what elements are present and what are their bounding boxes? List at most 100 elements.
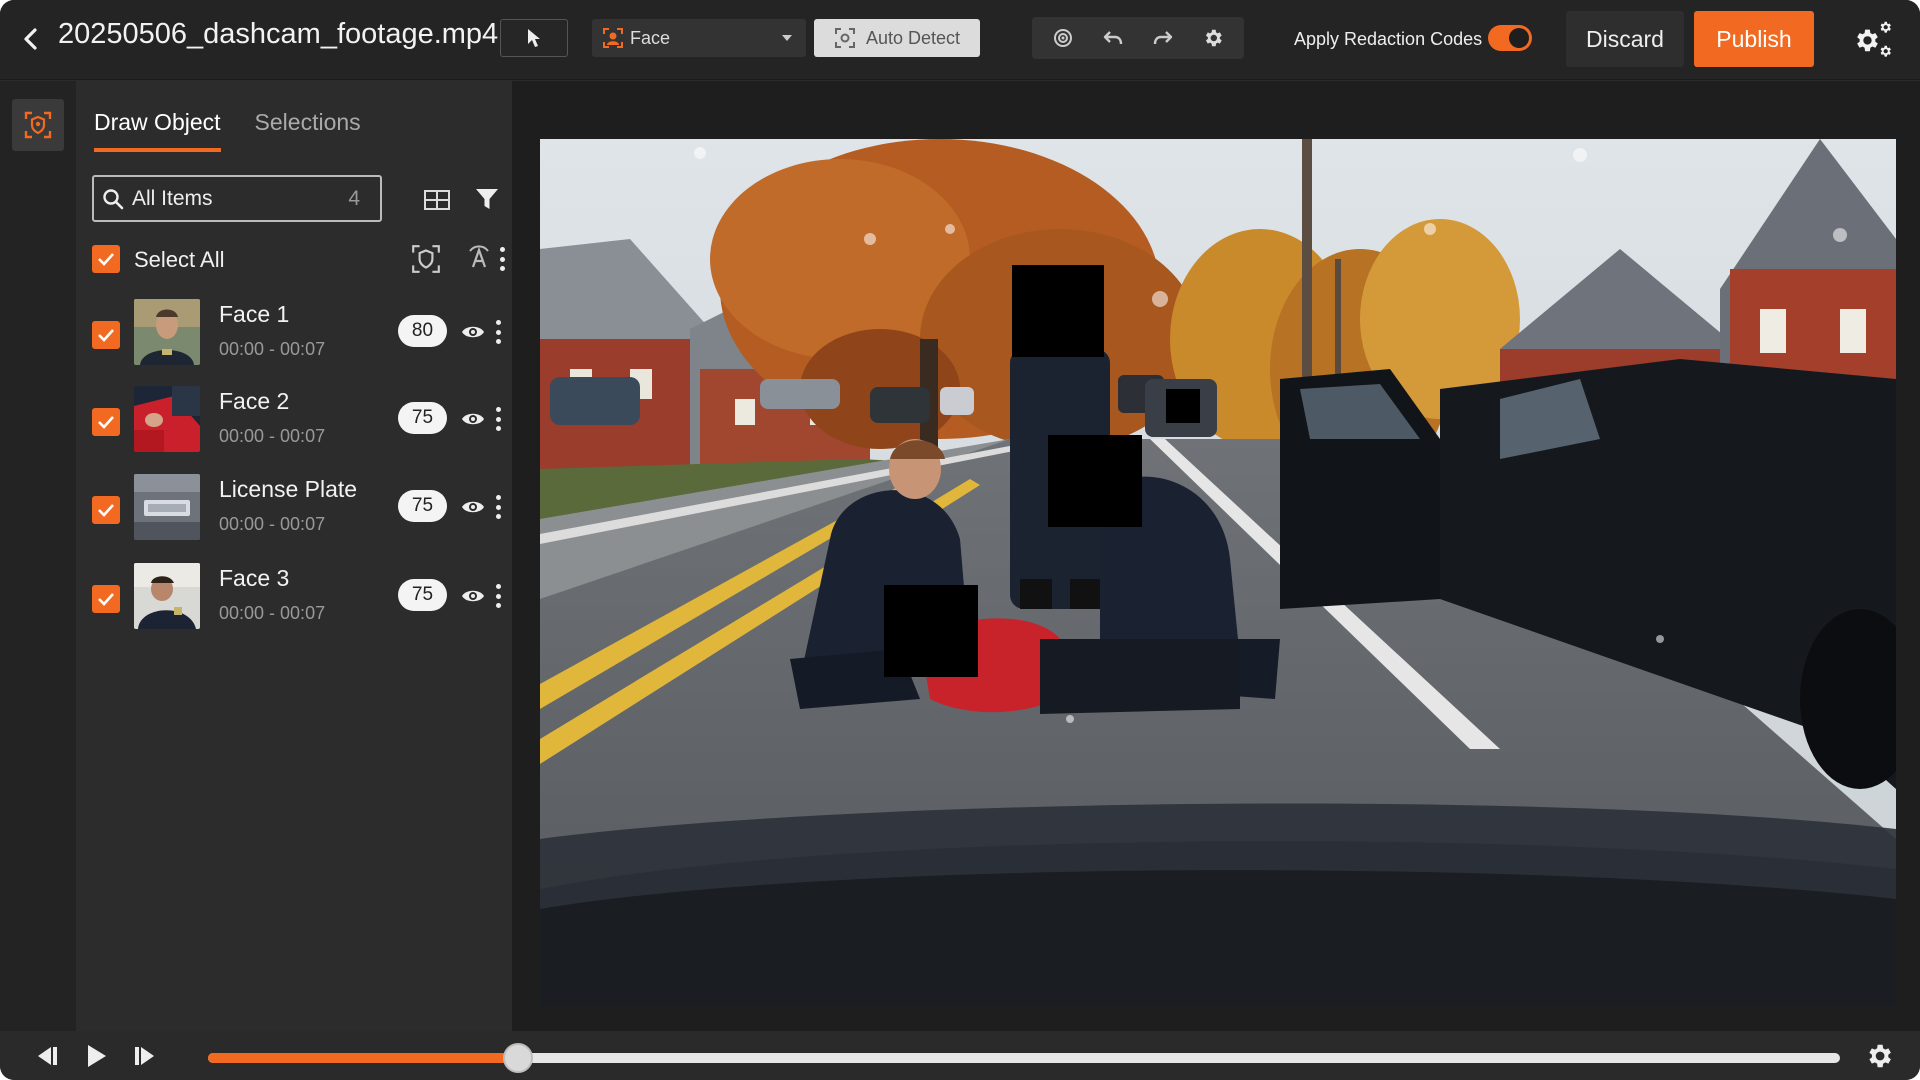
grid-view-button[interactable] (422, 185, 452, 215)
video-viewer (512, 81, 1920, 1031)
timeline-progress (208, 1053, 519, 1063)
list-item[interactable]: Face 2 00:00 - 00:07 75 (92, 386, 502, 458)
global-settings-button[interactable] (1850, 18, 1894, 62)
visibility-toggle[interactable] (460, 406, 486, 432)
item-count: 4 (348, 187, 360, 210)
video-frame[interactable] (540, 139, 1896, 1005)
bulk-redact-button[interactable] (410, 243, 442, 275)
timeline-scrubber[interactable] (208, 1043, 1840, 1073)
step-forward-icon (135, 1047, 154, 1065)
shield-scan-icon (24, 111, 52, 139)
back-button[interactable] (14, 22, 48, 56)
item-time: 00:00 - 00:07 (219, 339, 326, 359)
visibility-toggle[interactable] (460, 494, 486, 520)
item-checkbox[interactable] (92, 496, 120, 524)
redaction-app: 20250506_dashcam_footage.mp4 Face Auto D… (0, 0, 1920, 1080)
search-box: 4 (92, 175, 382, 222)
select-all-menu-button[interactable] (498, 247, 506, 271)
redaction-box-license-plate[interactable] (1166, 389, 1200, 423)
objects-panel: Draw Object Selections 4 Select All (76, 81, 512, 1031)
target-icon (1054, 29, 1072, 47)
gears-icon (1857, 21, 1891, 57)
select-all-row: Select All (92, 237, 505, 281)
tab-selections[interactable]: Selections (255, 109, 361, 152)
list-item[interactable]: Face 1 00:00 - 00:07 80 (92, 299, 502, 371)
playback-bar (0, 1031, 1920, 1080)
item-name: License Plate (219, 476, 358, 502)
object-type-select[interactable]: Face (592, 19, 806, 57)
filter-button[interactable] (474, 185, 502, 215)
auto-tag-button[interactable] (464, 243, 494, 273)
list-item[interactable]: License Plate 00:00 - 00:07 75 (92, 474, 502, 546)
auto-detect-button[interactable]: Auto Detect (814, 19, 980, 57)
dashcam-frame-image (540, 139, 1896, 1005)
grid-icon (424, 190, 450, 210)
item-checkbox[interactable] (92, 408, 120, 436)
cursor-icon (528, 29, 540, 47)
undo-icon (1103, 31, 1123, 45)
redaction-box-face-3[interactable] (1048, 435, 1142, 527)
edit-tools-group (1032, 17, 1244, 59)
item-name: Face 3 (219, 565, 290, 591)
item-menu-button[interactable] (494, 407, 502, 431)
play-button[interactable] (80, 1041, 112, 1071)
list-item[interactable]: Face 3 00:00 - 00:07 75 (92, 563, 502, 635)
search-icon (103, 188, 124, 209)
tool-settings-button[interactable] (1198, 23, 1228, 53)
item-thumbnail (134, 474, 200, 540)
redo-button[interactable] (1148, 23, 1178, 53)
item-menu-button[interactable] (494, 495, 502, 519)
auto-tag-icon (469, 245, 489, 268)
redaction-box-face-1[interactable] (1012, 265, 1104, 357)
select-all-label: Select All (134, 247, 225, 272)
confidence-badge: 75 (398, 490, 447, 522)
panel-tabs: Draw Object Selections (94, 109, 361, 152)
eye-icon (462, 413, 484, 425)
step-forward-button[interactable] (130, 1041, 162, 1071)
discard-button[interactable]: Discard (1566, 11, 1684, 67)
item-checkbox[interactable] (92, 585, 120, 613)
check-icon (98, 593, 114, 606)
item-name: Face 1 (219, 301, 290, 327)
face-detect-icon (603, 28, 623, 48)
target-button[interactable] (1048, 23, 1078, 53)
playback-settings-button[interactable] (1864, 1041, 1896, 1073)
tab-draw-object[interactable]: Draw Object (94, 109, 221, 152)
undo-button[interactable] (1098, 23, 1128, 53)
apply-redaction-label: Apply Redaction Codes (1294, 29, 1483, 49)
redaction-box-face-2[interactable] (884, 585, 978, 677)
scan-icon (834, 28, 855, 48)
apply-redaction-toggle[interactable] (1488, 25, 1532, 51)
eye-icon (462, 590, 484, 602)
toggle-knob (1509, 28, 1529, 48)
object-type-value: Face (630, 27, 671, 48)
confidence-badge: 75 (398, 579, 447, 611)
check-icon (98, 329, 114, 342)
search-input[interactable] (132, 186, 332, 211)
back-arrow-icon (24, 28, 37, 50)
gear-icon (1869, 1044, 1891, 1068)
top-bar: 20250506_dashcam_footage.mp4 Face Auto D… (0, 0, 1920, 80)
eye-icon (462, 326, 484, 338)
redaction-tool-button[interactable] (12, 99, 64, 151)
select-tool-button[interactable] (500, 19, 568, 57)
item-time: 00:00 - 00:07 (219, 603, 326, 623)
file-title: 20250506_dashcam_footage.mp4 (58, 18, 499, 50)
chevron-down-icon (782, 35, 792, 41)
publish-button[interactable]: Publish (1694, 11, 1814, 67)
select-all-checkbox[interactable] (92, 245, 120, 273)
gear-icon (1205, 29, 1222, 47)
item-time: 00:00 - 00:07 (219, 514, 326, 534)
auto-detect-label: Auto Detect (865, 27, 961, 48)
visibility-toggle[interactable] (460, 319, 486, 345)
step-back-button[interactable] (30, 1041, 62, 1071)
shield-scan-icon (412, 245, 440, 273)
visibility-toggle[interactable] (460, 583, 486, 609)
confidence-badge: 80 (398, 315, 447, 347)
item-menu-button[interactable] (494, 584, 502, 608)
item-checkbox[interactable] (92, 321, 120, 349)
timeline-handle[interactable] (503, 1043, 534, 1073)
play-icon (88, 1045, 106, 1067)
item-menu-button[interactable] (494, 320, 502, 344)
item-name: Face 2 (219, 388, 290, 414)
